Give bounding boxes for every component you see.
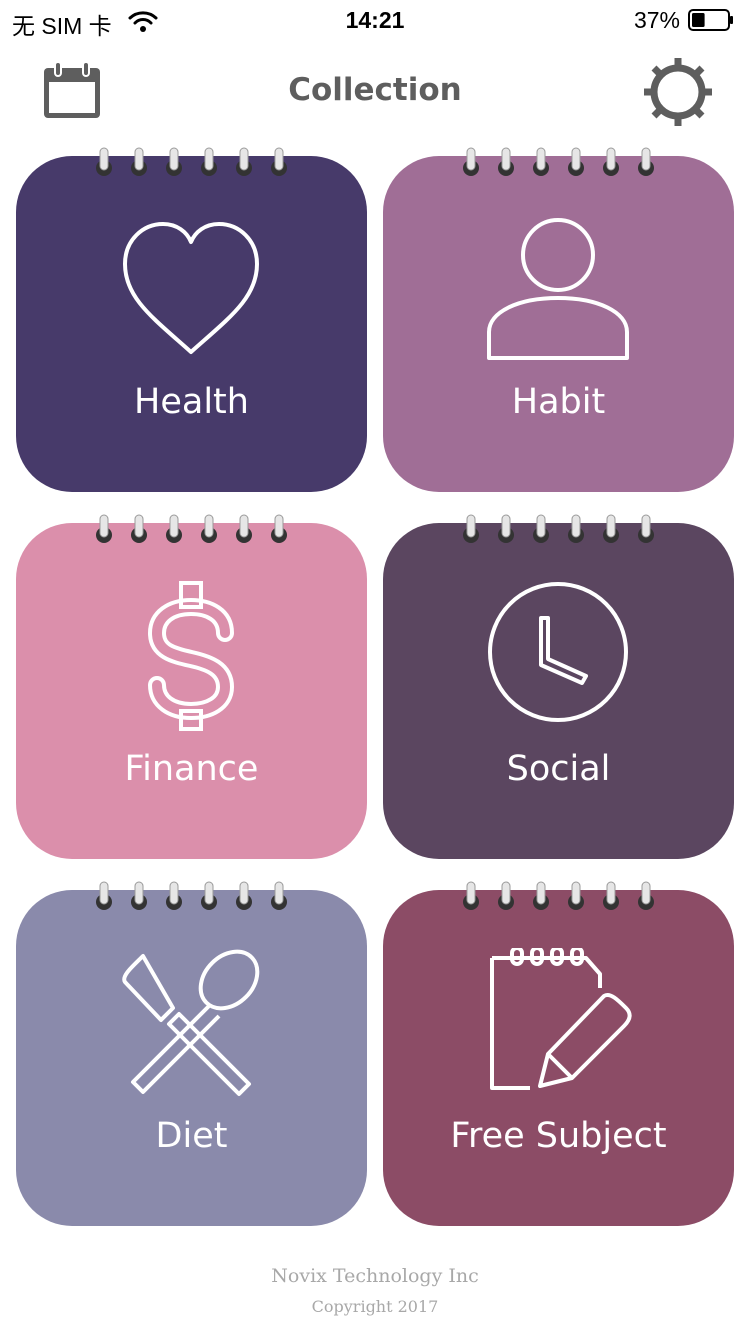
binding-ring xyxy=(166,881,182,910)
binding-ring xyxy=(603,147,619,176)
battery-icon xyxy=(688,9,733,31)
spiral-rings-icon xyxy=(463,514,654,543)
binding-ring xyxy=(603,514,619,543)
spiral-rings-icon xyxy=(96,514,287,543)
binding-ring xyxy=(201,514,217,543)
category-label: Social xyxy=(506,749,611,789)
binding-ring xyxy=(236,147,252,176)
spiral-rings-icon xyxy=(96,147,287,176)
binding-ring xyxy=(131,881,147,910)
category-label: Free Subject xyxy=(450,1116,667,1156)
battery-percentage: 37% xyxy=(633,7,680,33)
binding-ring xyxy=(498,147,514,176)
binding-ring xyxy=(96,147,112,176)
binding-ring xyxy=(96,881,112,910)
binding-ring xyxy=(568,147,584,176)
utensils-icon xyxy=(122,949,260,1096)
binding-ring xyxy=(463,514,479,543)
binding-ring xyxy=(463,881,479,910)
category-card-health[interactable]: Health xyxy=(16,147,367,492)
binding-ring xyxy=(166,514,182,543)
category-card-finance[interactable]: Finance xyxy=(16,514,367,859)
binding-ring xyxy=(271,514,287,543)
binding-ring xyxy=(533,514,549,543)
binding-ring xyxy=(131,147,147,176)
footer: Novix Technology Inc Copyright 2017 xyxy=(0,1265,750,1316)
app-screen: 无 SIM 卡 14:21 37% Collection Health Habi… xyxy=(0,0,750,1334)
person-icon xyxy=(487,218,629,360)
clock-icon xyxy=(488,582,628,722)
spiral-rings-icon xyxy=(463,881,654,910)
binding-ring xyxy=(236,514,252,543)
spiral-rings-icon xyxy=(96,881,287,910)
heart-icon xyxy=(123,222,259,354)
binding-ring xyxy=(638,147,654,176)
binding-ring xyxy=(498,514,514,543)
binding-ring xyxy=(603,881,619,910)
binding-ring xyxy=(463,147,479,176)
binding-ring xyxy=(96,514,112,543)
binding-ring xyxy=(271,881,287,910)
page-title: Collection xyxy=(288,72,462,108)
gear-icon[interactable] xyxy=(644,58,712,126)
navigation-bar: Collection xyxy=(0,40,750,140)
notepad-pen-icon xyxy=(490,948,632,1090)
binding-ring xyxy=(498,881,514,910)
binding-ring xyxy=(533,147,549,176)
category-card-free-subject[interactable]: Free Subject xyxy=(383,881,734,1226)
binding-ring xyxy=(638,881,654,910)
category-card-habit[interactable]: Habit xyxy=(383,147,734,492)
copyright-text: Copyright 2017 xyxy=(311,1297,439,1316)
category-label: Diet xyxy=(155,1116,228,1156)
binding-ring xyxy=(568,881,584,910)
binding-ring xyxy=(638,514,654,543)
binding-ring xyxy=(166,147,182,176)
status-bar: 无 SIM 卡 14:21 37% xyxy=(0,0,750,40)
category-card-social[interactable]: Social xyxy=(383,514,734,859)
category-label: Habit xyxy=(511,382,606,422)
binding-ring xyxy=(236,881,252,910)
category-label: Health xyxy=(134,382,249,422)
binding-ring xyxy=(201,881,217,910)
company-name: Novix Technology Inc xyxy=(271,1265,479,1287)
dollar-icon xyxy=(147,581,235,731)
binding-ring xyxy=(201,147,217,176)
binding-ring xyxy=(271,147,287,176)
spiral-rings-icon xyxy=(463,147,654,176)
category-label: Finance xyxy=(124,749,259,789)
binding-ring xyxy=(533,881,549,910)
category-card-diet[interactable]: Diet xyxy=(16,881,367,1226)
binding-ring xyxy=(131,514,147,543)
binding-ring xyxy=(568,514,584,543)
